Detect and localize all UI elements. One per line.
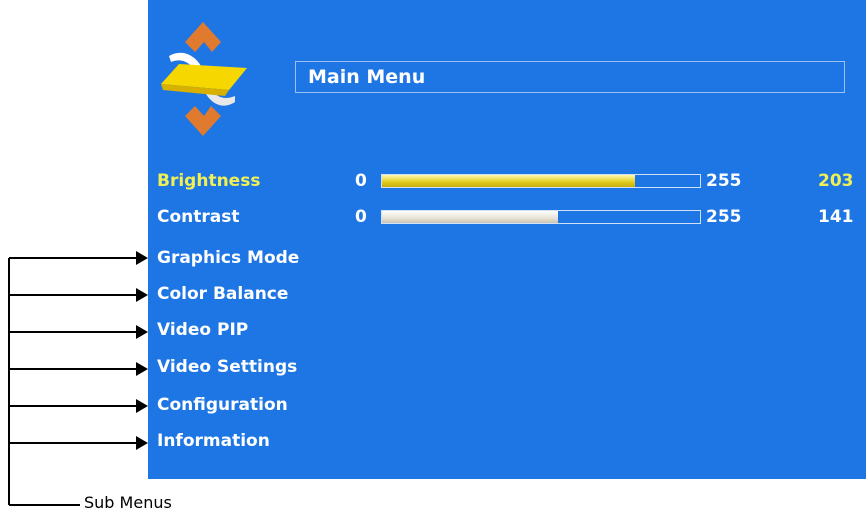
arrow-head-icon xyxy=(136,288,148,302)
arrow-head-icon xyxy=(136,251,148,265)
arrow-head-icon xyxy=(136,436,148,450)
arrow-head-icon xyxy=(136,325,148,339)
sub-menus-label: Sub Menus xyxy=(84,493,172,512)
arrow-head-icon xyxy=(136,399,148,413)
sub-menus-callout xyxy=(8,251,148,506)
arrow-head-icon xyxy=(136,362,148,376)
